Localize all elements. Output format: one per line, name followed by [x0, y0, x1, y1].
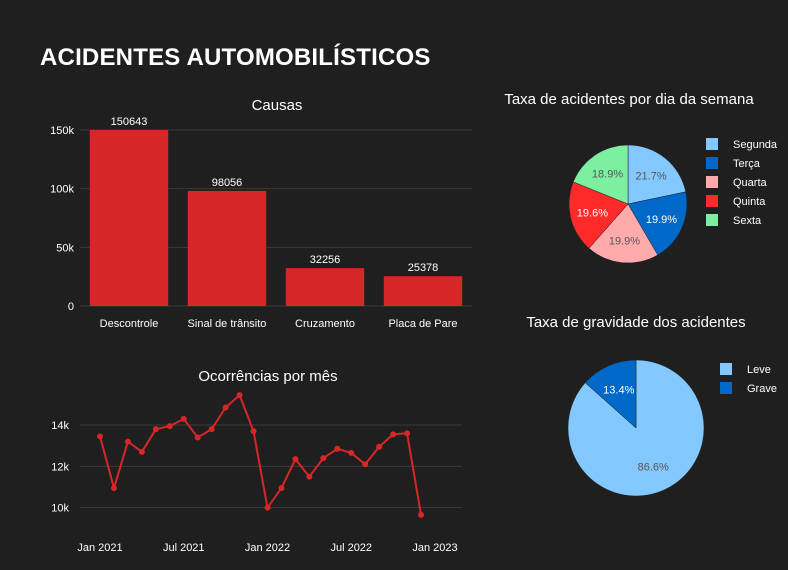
- pie2-chart-title: Taxa de gravidade dos acidentes: [526, 314, 745, 331]
- line-ytick-label: 14k: [51, 420, 69, 432]
- line-point: [194, 434, 201, 441]
- legend-label[interactable]: Grave: [747, 383, 777, 395]
- line-point: [180, 415, 187, 422]
- line-xtick-label: Jan 2022: [245, 542, 290, 554]
- bar-value-label: 150643: [111, 116, 148, 128]
- bar-ytick-label: 150k: [50, 125, 74, 137]
- bar-chart-title: Causas: [252, 97, 303, 114]
- line-point: [138, 448, 145, 455]
- line-point: [124, 438, 131, 445]
- bar-value-label: 25378: [408, 262, 439, 274]
- line-xtick-label: Jul 2022: [330, 542, 372, 554]
- line-point: [292, 456, 299, 463]
- pie-value-label: 18.9%: [592, 169, 623, 181]
- line-point: [404, 430, 411, 437]
- legend-swatch[interactable]: [720, 382, 732, 394]
- legend-label[interactable]: Terça: [733, 158, 761, 170]
- line-point: [362, 461, 369, 468]
- line-point: [166, 423, 173, 430]
- line-point: [390, 431, 397, 438]
- bar-category-label: Sinal de trânsito: [188, 318, 267, 330]
- bar: [383, 276, 463, 306]
- line-point: [250, 428, 257, 435]
- bar: [187, 190, 267, 306]
- line-point: [320, 455, 327, 462]
- legend-label[interactable]: Sexta: [733, 215, 762, 227]
- line-ytick-label: 12k: [51, 461, 69, 473]
- legend-swatch[interactable]: [706, 214, 718, 226]
- legend-swatch[interactable]: [720, 363, 732, 375]
- legend-label[interactable]: Quarta: [733, 177, 768, 189]
- line-point: [110, 485, 117, 492]
- legend-swatch[interactable]: [706, 176, 718, 188]
- pie-value-label: 19.9%: [609, 235, 640, 247]
- bar: [285, 268, 365, 306]
- bar: [89, 130, 169, 306]
- line-chart-title: Ocorrências por mês: [198, 368, 337, 385]
- gravidade-pie-chart: Taxa de gravidade dos acidentes 86.6% 13.…: [526, 314, 777, 497]
- line-point: [208, 426, 215, 433]
- line-point: [152, 426, 159, 433]
- line-point: [236, 392, 243, 399]
- legend-swatch[interactable]: [706, 195, 718, 207]
- line-xtick-label: Jul 2021: [163, 542, 205, 554]
- legend-label[interactable]: Leve: [747, 364, 771, 376]
- bar-value-label: 98056: [212, 177, 243, 189]
- line-point: [334, 445, 341, 452]
- line-series: [99, 393, 423, 516]
- pie-value-label: 13.4%: [603, 385, 634, 397]
- line-point: [264, 504, 271, 511]
- ocorrencias-line-chart: Ocorrências por mês 10k 12k 14k Jan 2021 Ju…: [51, 368, 462, 554]
- pie-value-label: 19.9%: [646, 214, 677, 226]
- pie-value-label: 21.7%: [635, 171, 666, 183]
- line-point: [376, 443, 383, 450]
- causas-bar-chart: Causas 0 50k 100k 150k 150643 98056 32256 2537…: [50, 97, 472, 330]
- line-point: [348, 449, 355, 456]
- pie-value-label: 86.6%: [638, 461, 669, 473]
- bar-category-label: Descontrole: [100, 318, 159, 330]
- page-title: ACIDENTES AUTOMOBILÍSTICOS: [40, 44, 431, 71]
- line-ytick-label: 10k: [51, 503, 69, 515]
- bar-ytick-label: 100k: [50, 184, 74, 196]
- bar-category-label: Cruzamento: [295, 318, 355, 330]
- line-xtick-label: Jan 2021: [77, 542, 122, 554]
- pie-value-label: 19.6%: [577, 207, 608, 219]
- bar-value-label: 32256: [310, 254, 341, 266]
- dia-semana-pie-chart: Taxa de acidentes por dia da semana 21.7…: [504, 91, 778, 264]
- line-point: [418, 511, 425, 518]
- bar-category-label: Placa de Pare: [388, 318, 457, 330]
- bar-ytick-label: 50k: [56, 242, 74, 254]
- line-point: [97, 433, 103, 440]
- legend-label[interactable]: Segunda: [733, 139, 778, 151]
- line-point: [306, 473, 313, 480]
- legend-swatch[interactable]: [706, 138, 718, 150]
- bar-ytick-label: 0: [68, 301, 74, 313]
- line-point: [222, 404, 229, 411]
- legend-swatch[interactable]: [706, 157, 718, 169]
- legend-label[interactable]: Quinta: [733, 196, 766, 208]
- line-point: [278, 485, 285, 492]
- line-xtick-label: Jan 2023: [412, 542, 457, 554]
- pie1-chart-title: Taxa de acidentes por dia da semana: [504, 91, 754, 108]
